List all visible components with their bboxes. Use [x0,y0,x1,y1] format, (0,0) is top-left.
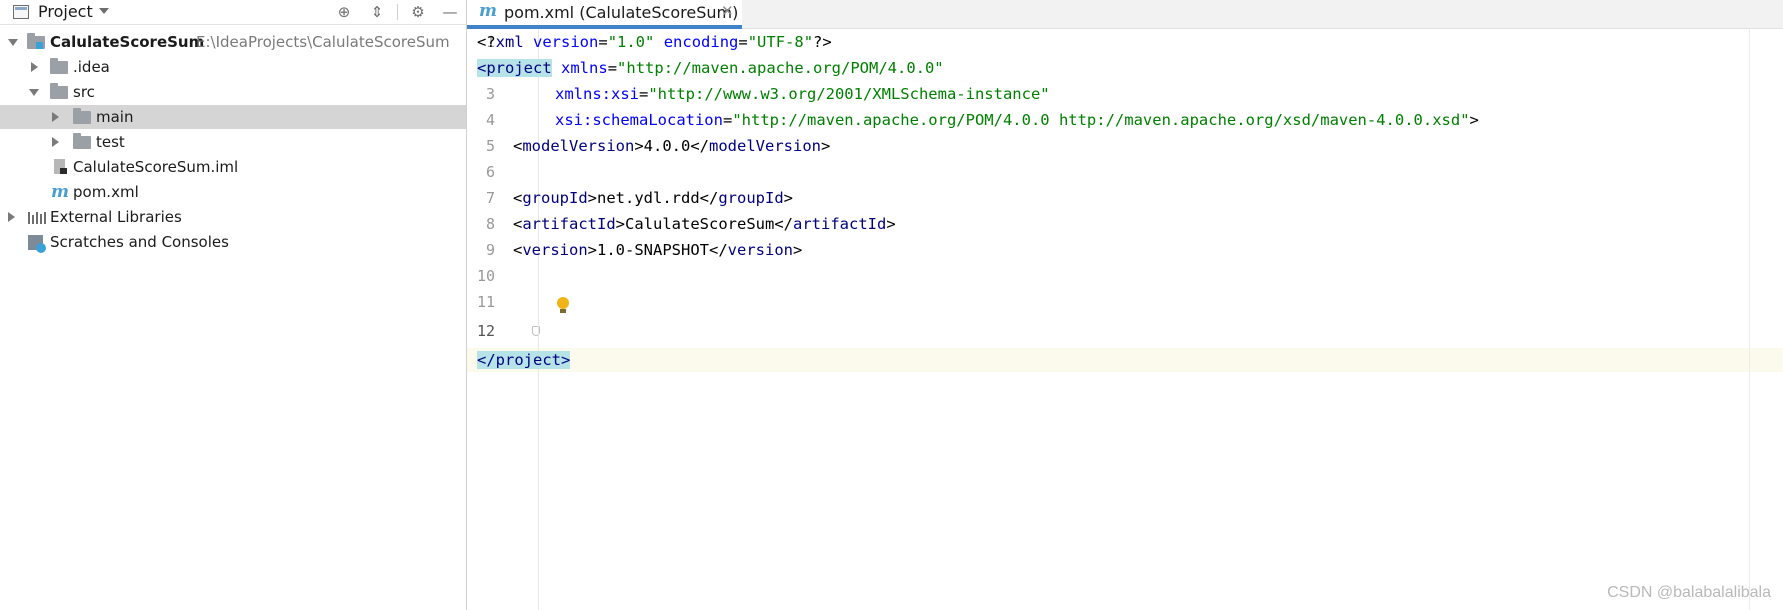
code-line-3: xmlns:xsi="http://www.w3.org/2001/XMLSch… [555,85,1050,103]
folder-icon [50,58,68,74]
collapse-arrow-icon[interactable] [52,112,59,122]
line-number: 4 [485,111,495,129]
line-number-gutter: 1 2 3 4 5 6 7 8 9 10 11 12 [467,29,540,610]
line-number: 6 [485,163,495,181]
code-line-1: <?xml version="1.0" encoding="UTF-8"?> [477,33,832,51]
matched-tag-open: <project [477,59,552,77]
line-number: 10 [476,267,495,285]
code-line-5: <modelVersion>4.0.0</modelVersion> [513,137,831,155]
chevron-down-icon[interactable] [99,8,109,14]
maven-file-icon: m [51,182,69,202]
code-line-2: <project xmlns="http://maven.apache.org/… [477,59,944,77]
line-number: 5 [485,137,495,155]
root-module-label: CalulateScoreSum [50,33,205,51]
project-view-icon [13,5,29,19]
project-view-selector[interactable]: Project [38,2,93,21]
code-editor[interactable]: <?xml version="1.0" encoding="UTF-8"?> <… [477,29,1783,610]
line-number: 3 [485,85,495,103]
expand-arrow-icon[interactable] [29,89,39,96]
external-libraries-label: External Libraries [50,208,182,226]
library-icon [28,211,46,224]
expand-arrow-icon[interactable] [8,39,18,46]
code-line-9: <version>1.0-SNAPSHOT</version> [513,241,803,259]
line-number: 8 [485,215,495,233]
line-number: 7 [485,189,495,207]
project-panel-header: Project ⊕ ⇕ ⚙ — [0,0,466,25]
folder-icon [73,108,91,124]
tree-item-src[interactable]: src [0,81,466,103]
tree-item-idea[interactable]: .idea [0,56,466,78]
main-folder-label: main [96,108,134,126]
root-module-path: E:\IdeaProjects\CalulateScoreSum [196,33,450,51]
src-folder-label: src [73,83,95,101]
collapse-all-icon[interactable]: ⇕ [368,3,386,21]
collapse-arrow-icon[interactable] [31,62,38,72]
tree-item-external-libraries[interactable]: External Libraries [0,206,466,228]
module-folder-icon [27,33,45,49]
folder-icon [73,133,91,149]
scratches-icon [28,235,46,253]
lightbulb-icon[interactable] [557,297,569,313]
scratches-label: Scratches and Consoles [50,233,229,251]
project-tool-window: Project ⊕ ⇕ ⚙ — CalulateScoreSum E:\Idea… [0,0,467,610]
editor-area: m pom.xml (CalulateScoreSum) ✕ 1 2 3 4 5… [467,0,1783,610]
gear-icon[interactable]: ⚙ [409,3,427,21]
caret-line-highlight [539,348,1783,372]
matched-tag-close: </project> [477,351,571,369]
code-line-8: <artifactId>CalulateScoreSum</artifactId… [513,215,896,233]
iml-file-label: CalulateScoreSum.iml [73,158,239,176]
test-folder-label: test [96,133,125,151]
hide-panel-icon[interactable]: — [441,3,459,21]
tree-item-root-module[interactable]: CalulateScoreSum E:\IdeaProjects\Calulat… [0,31,466,53]
editor-tab-bar: m pom.xml (CalulateScoreSum) ✕ [467,0,1783,29]
header-divider [397,4,398,20]
close-icon[interactable]: ✕ [721,2,734,20]
code-line-7: <groupId>net.ydl.rdd</groupId> [513,189,794,207]
tree-item-scratches[interactable]: Scratches and Consoles [0,231,466,253]
folder-icon [50,83,68,99]
code-line-4: xsi:schemaLocation="http://maven.apache.… [555,111,1479,129]
tree-item-pom[interactable]: m pom.xml [0,181,466,203]
tab-pom-xml[interactable]: m pom.xml (CalulateScoreSum) ✕ [467,0,742,29]
tree-item-iml[interactable]: CalulateScoreSum.iml [0,156,466,178]
tree-item-main[interactable]: main [0,105,466,129]
watermark: CSDN @balabalalibala [1607,584,1771,601]
iml-file-icon [54,159,67,174]
locate-file-icon[interactable]: ⊕ [335,3,353,21]
idea-folder-label: .idea [73,58,110,76]
line-number: 11 [476,293,495,311]
maven-file-icon: m [479,1,497,21]
tree-item-test[interactable]: test [0,131,466,153]
tab-label: pom.xml (CalulateScoreSum) [504,3,739,22]
collapse-arrow-icon[interactable] [52,137,59,147]
code-line-12: </project> [477,348,571,372]
pom-file-label: pom.xml [73,183,139,201]
collapse-arrow-icon[interactable] [8,212,15,222]
right-margin-guide [1749,29,1750,610]
line-number-current: 12 [476,322,495,340]
line-number: 9 [485,241,495,259]
